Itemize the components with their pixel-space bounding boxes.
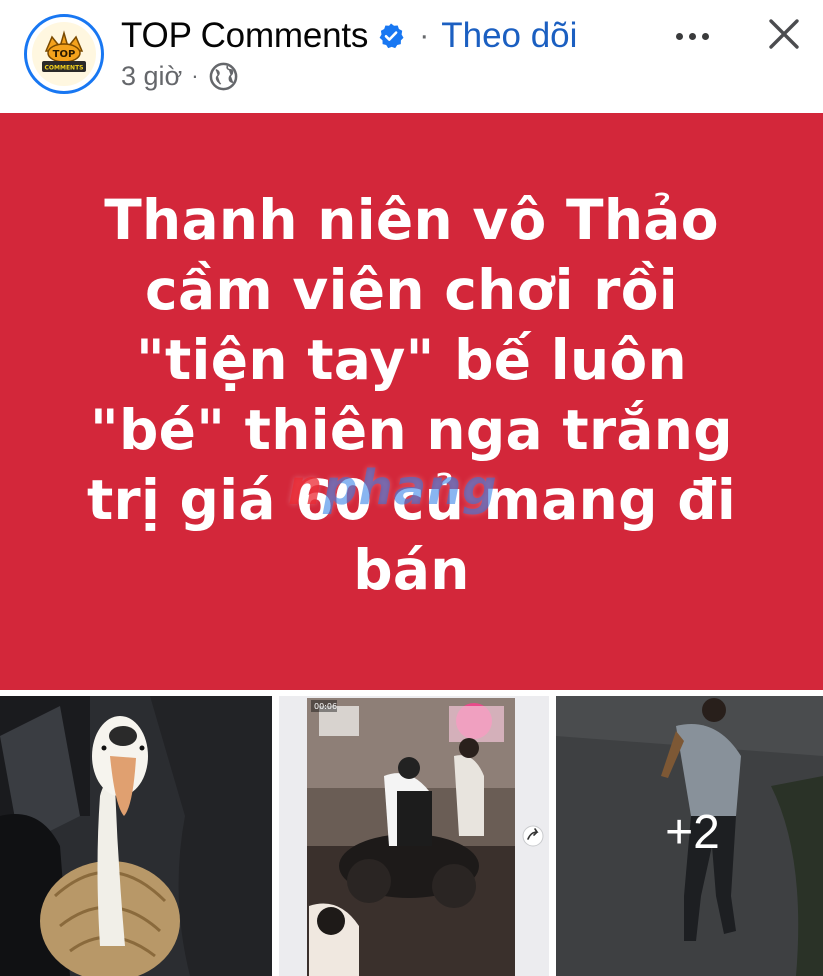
page-logo: TOP COMMENTS [32,22,96,86]
more-dot [689,32,696,40]
share-icon[interactable] [523,826,543,846]
svg-text:TOP: TOP [53,49,76,60]
photo-grid: 00:06 +2 [0,696,823,976]
meta-separator: · [191,63,199,88]
more-photos-count: +2 [665,805,720,859]
post-banner-image[interactable]: Thanh niên vô Thảo cầm viên chơi rồi "ti… [0,113,823,690]
post-header: TOP COMMENTS TOP Comments · Theo dõi 3 g… [0,0,823,112]
name-separator: · [419,19,430,52]
more-dot [702,32,709,40]
video-timestamp: 00:06 [314,702,337,711]
verified-badge-icon [379,23,404,49]
more-options-icon[interactable] [676,24,716,48]
post-meta: 3 giờ · [121,58,239,94]
svg-text:COMMENTS: COMMENTS [45,65,84,72]
photo-cctv-video[interactable]: 00:06 [279,696,549,976]
page-avatar[interactable]: TOP COMMENTS [24,14,104,94]
page-name-link[interactable]: TOP Comments [121,16,368,56]
name-row: TOP Comments · Theo dõi [121,14,577,58]
follow-button[interactable]: Theo dõi [441,16,577,56]
close-icon[interactable] [766,16,802,52]
more-dot [676,32,683,40]
photo-swan[interactable] [0,696,272,976]
globe-icon [209,62,237,90]
watermark-logo: nphang [288,460,498,516]
photo-man-walking[interactable]: +2 [556,696,823,976]
post-time-link[interactable]: 3 giờ [121,61,182,92]
banner-headline: Thanh niên vô Thảo cầm viên chơi rồi "ti… [86,187,737,602]
